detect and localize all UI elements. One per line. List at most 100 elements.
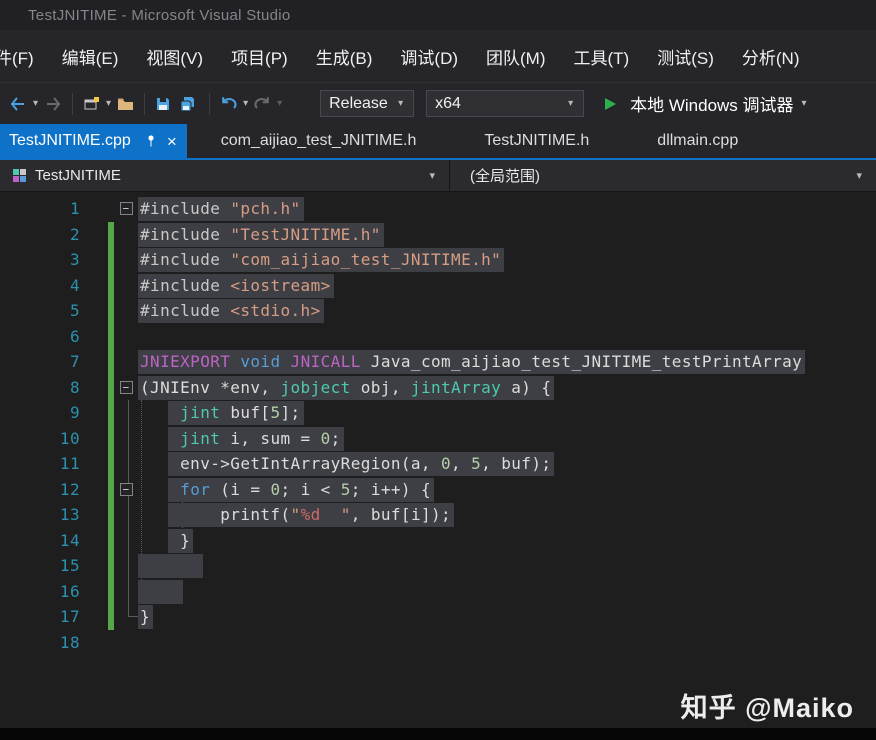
configuration-dropdown[interactable]: Release ▾	[320, 90, 414, 117]
token: env->GetIntArrayRegion(a,	[170, 454, 441, 473]
fold-toggle[interactable]: −	[120, 202, 133, 215]
code-line[interactable]: 9 jint buf[5];	[0, 400, 876, 426]
fold-margin	[114, 298, 138, 324]
platform-dropdown[interactable]: x64 ▾	[426, 90, 584, 117]
code-line[interactable]: 17}	[0, 604, 876, 630]
code-line[interactable]: 1 −#include "pch.h"	[0, 196, 876, 222]
document-tab-3[interactable]: TestJNITIME.h	[450, 124, 623, 158]
menu-item-1[interactable]: 文件(F)	[0, 44, 48, 69]
code-text: #include <stdio.h>	[138, 298, 324, 324]
code-line[interactable]: 13 printf("%d ", buf[i]);	[0, 502, 876, 528]
line-number[interactable]: 15	[0, 553, 80, 579]
document-tab-4[interactable]: dllmain.cpp	[623, 124, 772, 158]
members-dropdown-value: (全局范围)	[470, 165, 540, 186]
menu-item-3[interactable]: 视图(V)	[132, 44, 217, 69]
new-window-dropdown-chevron[interactable]: ▾	[106, 98, 111, 109]
token: <stdio.h>	[230, 301, 320, 320]
fold-margin	[114, 553, 138, 579]
selection-highlight: #include <stdio.h>	[138, 299, 324, 323]
close-icon[interactable]: ×	[167, 133, 177, 150]
token: buf[	[220, 403, 270, 422]
code-line[interactable]: 6	[0, 324, 876, 350]
code-line[interactable]: 2#include "TestJNITIME.h"	[0, 222, 876, 248]
types-dropdown[interactable]: TestJNITIME ▾	[0, 160, 450, 191]
line-number[interactable]: 12	[0, 477, 80, 503]
line-number[interactable]: 3	[0, 247, 80, 273]
code-line[interactable]: 16	[0, 579, 876, 605]
menu-item-5[interactable]: 生成(B)	[302, 44, 387, 69]
line-number[interactable]: 18	[0, 630, 80, 656]
code-line[interactable]: 3#include "com_aijiao_test_JNITIME.h"	[0, 247, 876, 273]
code-line[interactable]: 8−(JNIEnv *env, jobject obj, jintArray a…	[0, 375, 876, 401]
indent-whitespace	[138, 480, 168, 499]
line-number[interactable]: 2	[0, 222, 80, 248]
token: 5	[270, 403, 280, 422]
fold-margin	[114, 349, 138, 375]
menu-item-9[interactable]: 测试(S)	[643, 44, 728, 69]
navigate-back-button[interactable]	[5, 93, 31, 115]
line-number[interactable]: 4	[0, 273, 80, 299]
line-number[interactable]: 16	[0, 579, 80, 605]
token: "pch.h"	[230, 199, 300, 218]
fold-margin	[114, 400, 138, 426]
code-line[interactable]: 12− for (i = 0; i < 5; i++) {	[0, 477, 876, 503]
token: "	[291, 505, 301, 524]
token: <iostream>	[230, 276, 330, 295]
start-debug-button[interactable]	[598, 93, 622, 115]
line-number[interactable]: 9	[0, 400, 80, 426]
code-line[interactable]: 18	[0, 630, 876, 656]
line-number[interactable]: 1	[0, 196, 80, 222]
redo-dropdown-chevron[interactable]: ▾	[277, 98, 282, 109]
navigate-forward-button[interactable]	[40, 93, 66, 115]
token: 0	[321, 429, 331, 448]
line-number[interactable]: 7	[0, 349, 80, 375]
pin-icon[interactable]	[145, 134, 157, 148]
line-number[interactable]: 10	[0, 426, 80, 452]
menu-item-8[interactable]: 工具(T)	[560, 44, 644, 69]
fold-toggle[interactable]: −	[120, 381, 133, 394]
line-number[interactable]: 6	[0, 324, 80, 350]
code-line[interactable]: 5 #include <stdio.h>	[0, 298, 876, 324]
code-line[interactable]: 11 env->GetIntArrayRegion(a, 0, 5, buf);	[0, 451, 876, 477]
undo-button[interactable]	[216, 93, 241, 114]
save-button[interactable]	[151, 93, 175, 115]
code-line[interactable]: 4#include <iostream>	[0, 273, 876, 299]
save-all-button[interactable]	[175, 93, 203, 115]
back-dropdown-chevron[interactable]: ▾	[33, 98, 38, 109]
menu-item-2[interactable]: 编辑(E)	[48, 44, 133, 69]
debug-target-label[interactable]: 本地 Windows 调试器	[630, 91, 793, 116]
document-tab-2[interactable]: com_aijiao_test_JNITIME.h	[187, 124, 451, 158]
play-icon	[602, 96, 618, 112]
line-number[interactable]: 11	[0, 451, 80, 477]
line-number[interactable]: 5	[0, 298, 80, 324]
line-number[interactable]: 8	[0, 375, 80, 401]
line-number[interactable]: 13	[0, 502, 80, 528]
bottom-edge	[0, 728, 876, 740]
redo-button[interactable]	[250, 93, 275, 114]
token: i, sum =	[220, 429, 320, 448]
document-tab-1[interactable]: TestJNITIME.cpp×	[0, 124, 187, 158]
code-line[interactable]: 7JNIEXPORT void JNICALL Java_com_aijiao_…	[0, 349, 876, 375]
menu-item-10[interactable]: 分析(N)	[728, 44, 814, 69]
code-line[interactable]: 10 jint i, sum = 0;	[0, 426, 876, 452]
fold-toggle[interactable]: −	[120, 483, 133, 496]
members-dropdown[interactable]: (全局范围) ▾	[450, 160, 876, 191]
debug-target-dropdown-chevron[interactable]: ▾	[802, 98, 807, 109]
undo-dropdown-chevron[interactable]: ▾	[243, 98, 248, 109]
code-editor[interactable]: 1−#include "pch.h"2#include "TestJNITIME…	[0, 192, 876, 655]
code-line[interactable]: 15	[0, 553, 876, 579]
code-line[interactable]: 14 }	[0, 528, 876, 554]
token: JNICALL	[291, 352, 361, 371]
token: "	[321, 505, 351, 524]
new-window-button[interactable]	[79, 93, 104, 115]
line-number[interactable]: 14	[0, 528, 80, 554]
open-folder-button[interactable]	[113, 93, 138, 115]
menu-item-6[interactable]: 调试(D)	[386, 44, 472, 69]
menu-item-4[interactable]: 项目(P)	[217, 44, 302, 69]
line-number[interactable]: 17	[0, 604, 80, 630]
token	[140, 582, 180, 601]
menu-item-7[interactable]: 团队(M)	[472, 44, 559, 69]
save-icon	[155, 96, 171, 112]
token: #include	[140, 199, 220, 218]
token: void	[240, 352, 280, 371]
